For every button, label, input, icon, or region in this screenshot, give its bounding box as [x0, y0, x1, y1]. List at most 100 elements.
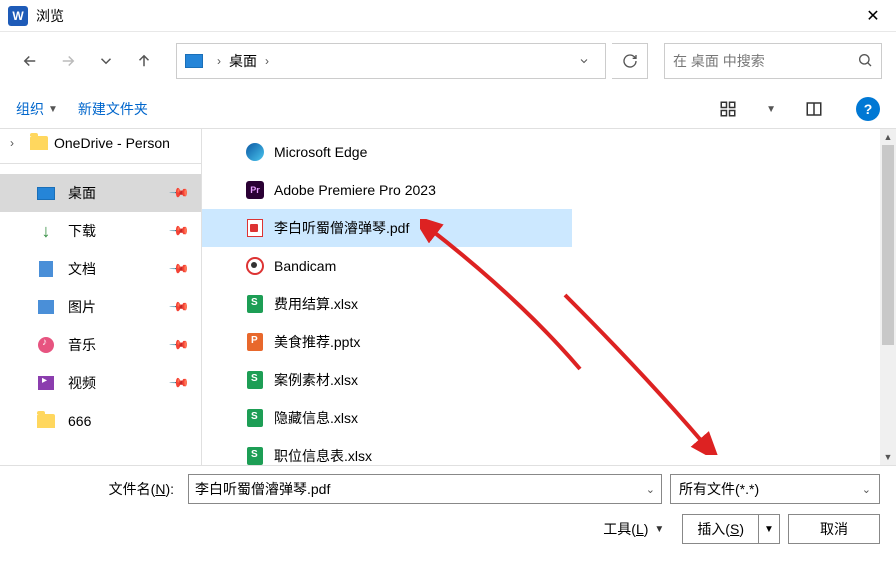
expand-icon[interactable]: › — [10, 136, 24, 150]
preview-pane-button[interactable] — [800, 95, 828, 123]
insert-dropdown-button[interactable]: ▼ — [758, 514, 780, 544]
insert-button[interactable]: 插入(S) — [682, 514, 758, 544]
quick-item-label: 桌面 — [68, 183, 96, 203]
file-list[interactable]: Microsoft Edge Pr Adobe Premiere Pro 2023 李… — [202, 129, 896, 465]
quick-access-item[interactable]: 图片 📌 — [0, 288, 201, 326]
title-bar: W 浏览 ✕ — [0, 0, 896, 32]
file-row[interactable]: 美食推荐.pptx — [202, 323, 572, 361]
quick-item-label: 图片 — [68, 297, 96, 317]
pin-icon: 📌 — [168, 182, 191, 205]
download-icon: ↓ — [42, 221, 51, 242]
filename-label: 文件名(N): — [16, 479, 180, 499]
folder-icon — [37, 414, 55, 428]
organize-menu[interactable]: 组织▼ — [16, 99, 58, 119]
quick-item-label: 666 — [68, 413, 91, 429]
chevron-right-icon: › — [213, 54, 225, 68]
filename-value: 李白听蜀僧濬弹琴.pdf — [195, 479, 330, 499]
pin-icon: 📌 — [168, 334, 191, 357]
tree-item-onedrive[interactable]: › OneDrive - Person — [0, 129, 201, 157]
insert-split-button[interactable]: 插入(S) ▼ — [682, 514, 780, 544]
search-box[interactable] — [664, 43, 882, 79]
scroll-up-button[interactable]: ▲ — [880, 129, 896, 145]
body-area: › OneDrive - Person 桌面📌↓下载📌文档📌图片📌音乐📌视频📌6… — [0, 129, 896, 465]
file-name: 美食推荐.pptx — [274, 332, 360, 352]
filetype-value: 所有文件(*.*) — [679, 479, 759, 499]
quick-item-label: 下载 — [68, 221, 96, 241]
music-icon — [38, 337, 54, 353]
bandicam-icon — [246, 257, 264, 275]
forward-button[interactable] — [52, 45, 84, 77]
scroll-down-button[interactable]: ▼ — [880, 449, 896, 465]
file-name: 隐藏信息.xlsx — [274, 408, 358, 428]
word-app-icon: W — [8, 6, 28, 26]
cancel-button[interactable]: 取消 — [788, 514, 880, 544]
file-name: 案例素材.xlsx — [274, 370, 358, 390]
file-row[interactable]: 职位信息表.xlsx — [202, 437, 572, 465]
quick-access-item[interactable]: ↓下载📌 — [0, 212, 201, 250]
picture-icon — [38, 300, 54, 314]
view-dropdown[interactable]: ▼ — [762, 104, 780, 115]
file-name: Bandicam — [274, 258, 336, 274]
excel-icon — [247, 447, 263, 465]
file-name: Microsoft Edge — [274, 144, 367, 160]
pin-icon: 📌 — [168, 372, 191, 395]
quick-access-item[interactable]: 文档📌 — [0, 250, 201, 288]
quick-item-label: 音乐 — [68, 335, 96, 355]
file-row[interactable]: 案例素材.xlsx — [202, 361, 572, 399]
address-dropdown-button[interactable] — [571, 44, 597, 78]
desktop-icon — [37, 187, 55, 200]
pdf-icon — [247, 219, 263, 237]
tools-menu[interactable]: 工具(L) ▼ — [603, 519, 664, 539]
edge-icon — [246, 143, 264, 161]
chevron-down-icon[interactable]: ⌄ — [646, 483, 655, 496]
file-row[interactable]: Microsoft Edge — [202, 133, 572, 171]
address-bar[interactable]: › 桌面 › — [176, 43, 606, 79]
powerpoint-icon — [247, 333, 263, 351]
quick-access-item[interactable]: 666 — [0, 402, 201, 440]
desktop-icon — [185, 54, 203, 68]
help-button[interactable]: ? — [856, 97, 880, 121]
file-row[interactable]: 隐藏信息.xlsx — [202, 399, 572, 437]
pin-icon: 📌 — [168, 296, 191, 319]
toolbar: 组织▼ 新建文件夹 ▼ ? — [0, 90, 896, 128]
quick-access-item[interactable]: 视频📌 — [0, 364, 201, 402]
filetype-select[interactable]: 所有文件(*.*) ⌄ — [670, 474, 880, 504]
video-icon — [38, 376, 54, 390]
file-row[interactable]: 费用结算.xlsx — [202, 285, 572, 323]
document-icon — [39, 261, 53, 277]
search-icon[interactable] — [857, 52, 873, 71]
up-button[interactable] — [128, 45, 160, 77]
excel-icon — [247, 371, 263, 389]
excel-icon — [247, 295, 263, 313]
view-large-icons-button[interactable] — [714, 95, 742, 123]
chevron-down-icon[interactable]: ⌄ — [862, 483, 871, 496]
tree-label: OneDrive - Person — [54, 135, 170, 151]
new-folder-button[interactable]: 新建文件夹 — [78, 99, 148, 119]
breadcrumb-desktop[interactable]: 桌面 — [225, 51, 261, 71]
navigation-tree: › OneDrive - Person 桌面📌↓下载📌文档📌图片📌音乐📌视频📌6… — [0, 129, 202, 465]
quick-item-label: 文档 — [68, 259, 96, 279]
file-row[interactable]: Bandicam — [202, 247, 572, 285]
close-button[interactable]: ✕ — [850, 0, 896, 32]
file-row[interactable]: Pr Adobe Premiere Pro 2023 — [202, 171, 572, 209]
footer: 文件名(N): 李白听蜀僧濬弹琴.pdf ⌄ 所有文件(*.*) ⌄ 工具(L)… — [0, 466, 896, 558]
folder-icon — [30, 136, 48, 150]
back-button[interactable] — [14, 45, 46, 77]
scroll-thumb[interactable] — [882, 145, 894, 345]
nav-bar: › 桌面 › — [0, 32, 896, 90]
file-name: 职位信息表.xlsx — [274, 446, 372, 465]
premiere-icon: Pr — [246, 181, 264, 199]
quick-access-item[interactable]: 音乐 📌 — [0, 326, 201, 364]
scrollbar[interactable]: ▲ ▼ — [880, 129, 896, 465]
search-input[interactable] — [673, 53, 857, 69]
filename-input[interactable]: 李白听蜀僧濬弹琴.pdf ⌄ — [188, 474, 662, 504]
file-name: Adobe Premiere Pro 2023 — [274, 182, 436, 198]
recent-locations-button[interactable] — [90, 45, 122, 77]
refresh-button[interactable] — [612, 43, 648, 79]
chevron-right-icon[interactable]: › — [261, 54, 273, 68]
dialog-title: 浏览 — [36, 6, 850, 26]
quick-access-item[interactable]: 桌面 📌 — [0, 174, 201, 212]
file-row[interactable]: 李白听蜀僧濬弹琴.pdf — [202, 209, 572, 247]
file-name: 李白听蜀僧濬弹琴.pdf — [274, 218, 409, 238]
file-name: 费用结算.xlsx — [274, 294, 358, 314]
